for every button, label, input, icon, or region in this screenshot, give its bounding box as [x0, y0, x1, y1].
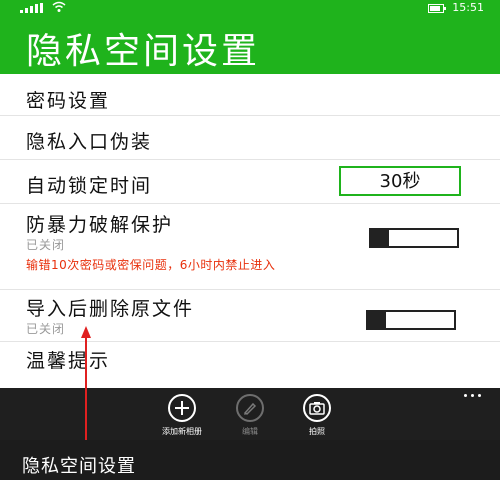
setting-autolock[interactable]: 自动锁定时间 30秒 [0, 160, 500, 204]
app-bar: 添加新相册 编辑 拍照 [0, 388, 500, 440]
setting-brute-force-status: 已关闭 [26, 238, 66, 252]
status-bar: 15:51 [0, 0, 500, 16]
setting-brute-force-label: 防暴力破解保护 [26, 214, 174, 236]
caption-text: 隐私空间设置 [22, 456, 136, 477]
brute-force-toggle[interactable] [369, 228, 459, 248]
plus-icon [168, 394, 196, 422]
setting-brute-force-warning: 输错10次密码或密保问题，6小时内禁止进入 [26, 258, 276, 272]
camera-icon [303, 394, 331, 422]
setting-disguise-label: 隐私入口伪装 [26, 131, 153, 153]
setting-password[interactable]: 密码设置 [0, 79, 500, 116]
battery-icon [428, 4, 446, 13]
take-photo-button[interactable]: 拍照 [287, 394, 347, 437]
toggle-knob [369, 228, 389, 248]
wifi-icon [52, 1, 66, 12]
edit-button[interactable]: 编辑 [220, 394, 280, 437]
pencil-icon [236, 394, 264, 422]
page-title: 隐私空间设置 [26, 31, 261, 72]
title-bar: 隐私空间设置 [0, 16, 500, 74]
take-photo-label: 拍照 [309, 427, 325, 436]
delete-original-toggle[interactable] [366, 310, 456, 330]
setting-autolock-label: 自动锁定时间 [26, 175, 153, 197]
setting-delete-original: 导入后删除原文件 已关闭 [0, 290, 500, 342]
setting-tips-label: 温馨提示 [26, 350, 111, 372]
setting-delete-original-status: 已关闭 [26, 322, 66, 336]
edit-label: 编辑 [242, 427, 258, 436]
signal-icon [20, 3, 44, 13]
setting-tips[interactable]: 温馨提示 [0, 342, 500, 388]
status-time: 15:51 [452, 1, 484, 14]
autolock-time-select[interactable]: 30秒 [339, 166, 461, 196]
setting-disguise[interactable]: 隐私入口伪装 [0, 116, 500, 160]
add-album-button[interactable]: 添加新相册 [152, 394, 212, 437]
more-icon[interactable] [464, 394, 484, 398]
setting-delete-original-label: 导入后删除原文件 [26, 298, 195, 320]
toggle-knob [366, 310, 386, 330]
setting-brute-force: 防暴力破解保护 已关闭 输错10次密码或密保问题，6小时内禁止进入 [0, 204, 500, 290]
setting-password-label: 密码设置 [26, 90, 111, 112]
add-album-label: 添加新相册 [162, 427, 202, 436]
caption-bar: 隐私空间设置 [0, 440, 500, 480]
